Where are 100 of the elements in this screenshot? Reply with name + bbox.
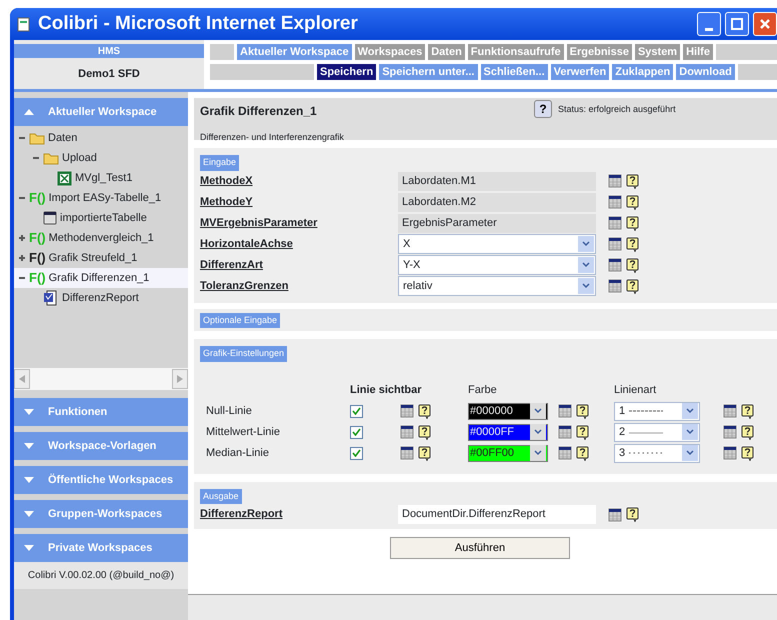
tree-label[interactable]: Daten — [48, 130, 78, 146]
folder-icon — [43, 152, 59, 164]
help-icon — [626, 507, 639, 522]
dropdown-icon — [582, 262, 590, 268]
help-icon — [626, 278, 639, 294]
toolbar-button[interactable]: Speichern — [314, 64, 380, 80]
dropdown-icon — [686, 408, 694, 414]
expand-icon — [24, 477, 34, 483]
select-field[interactable]: X — [398, 234, 596, 254]
field-label: DifferenzArt — [200, 258, 264, 273]
help-icon — [576, 404, 589, 418]
expand-icon[interactable] — [18, 234, 26, 242]
table-icon — [608, 279, 622, 293]
table-icon — [608, 174, 622, 188]
tree-label[interactable]: Upload — [62, 150, 97, 166]
spreadsheet-icon — [57, 170, 72, 186]
table-icon — [43, 211, 57, 225]
dropdown-icon — [582, 283, 590, 289]
maximize-button[interactable] — [725, 12, 749, 36]
tree-label[interactable]: Methodenvergleich_1 — [48, 230, 154, 246]
tree-label[interactable]: importierteTabelle — [60, 210, 147, 226]
checkbox[interactable] — [350, 404, 363, 418]
line-pattern-icon — [629, 408, 664, 414]
table-icon — [608, 195, 622, 209]
dropdown-icon — [686, 450, 694, 456]
checkbox[interactable] — [350, 426, 363, 438]
workspace-name: Demo1 SFD — [77, 67, 141, 82]
app-name: HMS — [14, 44, 204, 58]
collapse-icon — [24, 109, 34, 115]
column-header: Linie sichtbar — [350, 382, 423, 398]
help-icon — [626, 216, 639, 230]
description-text: Differenzen- und Interferenzengrafik — [200, 130, 345, 144]
line-label: Mittelwert-Linie — [205, 424, 281, 440]
tree-label[interactable]: Import EASy-Tabelle_1 — [48, 190, 162, 206]
run-button[interactable]: Ausführen — [390, 537, 570, 559]
field-label: MethodeX — [200, 174, 254, 189]
line-style-select[interactable]: 3 — [614, 444, 700, 462]
table-icon — [558, 425, 572, 439]
checkbox[interactable] — [350, 446, 363, 460]
table-icon — [400, 446, 414, 460]
section-label: Optionale Eingabe — [200, 312, 280, 328]
dropdown-icon — [534, 450, 542, 456]
select-field[interactable]: relativ — [398, 276, 596, 296]
expand-icon[interactable] — [18, 254, 26, 262]
tree-label[interactable]: Grafik Streufeld_1 — [48, 250, 138, 266]
function-icon: F() — [29, 248, 46, 268]
status-text: Status: erfolgreich ausgeführt — [558, 103, 676, 116]
help-icon — [418, 446, 431, 460]
field-label: DifferenzReport — [200, 507, 284, 522]
dropdown-icon — [534, 429, 542, 435]
tree-label[interactable]: DifferenzReport — [62, 290, 139, 306]
function-icon: F() — [29, 228, 46, 248]
expand-icon — [24, 443, 34, 449]
window-title: Colibri - Microsoft Internet Explorer — [38, 12, 358, 36]
help-icon — [418, 404, 431, 418]
readonly-field[interactable]: Labordaten.M1 — [398, 172, 596, 190]
help-icon — [576, 424, 589, 440]
table-icon — [723, 425, 737, 439]
input-field[interactable]: DocumentDir.DifferenzReport — [398, 505, 596, 524]
line-style-select[interactable]: 2 — [614, 422, 700, 442]
help-icon — [626, 194, 639, 210]
help-icon — [418, 424, 431, 440]
readonly-field[interactable]: ErgebnisParameter — [398, 214, 596, 232]
readonly-field[interactable]: Labordaten.M2 — [398, 192, 596, 212]
document-icon — [43, 290, 59, 306]
help-icon — [741, 424, 754, 440]
page-title: Grafik Differenzen_1 — [200, 103, 317, 120]
color-select[interactable]: #000000 — [468, 402, 548, 420]
field-label: HorizontaleAchse — [200, 236, 294, 252]
version-text: Colibri V.00.02.00 (@build_no@) — [14, 562, 188, 589]
line-label: Median-Linie — [205, 446, 270, 461]
table-icon — [723, 446, 737, 460]
color-select[interactable]: #00FF00 — [468, 444, 548, 462]
folder-icon — [29, 132, 45, 144]
section-label: Ausgabe — [200, 488, 242, 504]
section-label: Eingabe — [200, 155, 240, 170]
close-button[interactable] — [753, 12, 777, 36]
minimize-button[interactable] — [697, 12, 721, 36]
dropdown-icon — [686, 429, 694, 435]
tree-label[interactable]: Grafik Differenzen_1 — [48, 270, 150, 286]
checkmark-icon — [352, 449, 361, 457]
select-field[interactable]: Y-X — [398, 255, 596, 275]
field-label: MethodeY — [200, 194, 254, 210]
horizontal-scrollbar[interactable] — [14, 368, 188, 390]
tree-label[interactable]: MVgl_Test1 — [75, 170, 132, 186]
line-pattern-icon — [629, 450, 664, 456]
help-icon — [626, 258, 639, 272]
table-icon — [608, 508, 622, 522]
table-icon — [608, 237, 622, 251]
expand-icon — [24, 545, 34, 551]
field-label: MVErgebnisParameter — [200, 216, 318, 231]
dropdown-icon — [534, 408, 542, 414]
help-button[interactable]: ? — [534, 100, 552, 118]
line-style-select[interactable]: 1 — [614, 402, 700, 420]
scroll-left-icon — [19, 375, 25, 383]
table-icon — [608, 216, 622, 230]
color-select[interactable]: #0000FF — [468, 424, 548, 440]
function-icon: F() — [29, 188, 46, 208]
expand-icon — [24, 409, 34, 415]
expand-icon — [24, 511, 34, 517]
